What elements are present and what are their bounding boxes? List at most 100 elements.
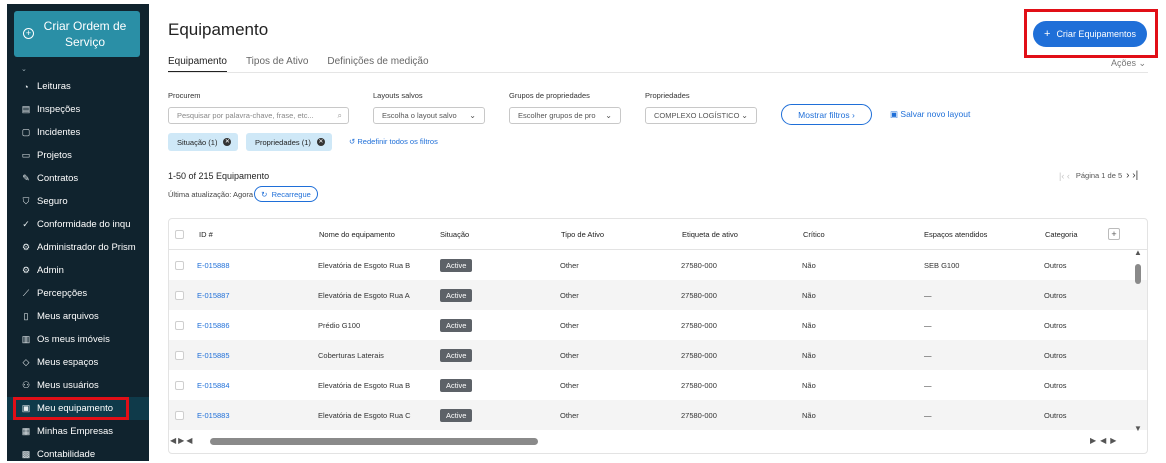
- search-input[interactable]: Pesquisar por palavra-chave, frase, etc.…: [168, 107, 349, 124]
- row-checkbox[interactable]: [175, 250, 184, 280]
- filter-chip-status[interactable]: Situação (1) ✕: [168, 133, 239, 151]
- equipment-id-link[interactable]: E-015887: [197, 280, 230, 310]
- vertical-scrollbar[interactable]: ▲ ▼: [1131, 248, 1145, 434]
- sidebar-item-label: Meus arquivos: [37, 311, 99, 322]
- sidebar-item-label: Percepções: [37, 288, 88, 299]
- layouts-select[interactable]: Escolha o layout salvo ⌄: [373, 107, 485, 124]
- table-row[interactable]: E-015888 Elevatória de Esgoto Rua B Acti…: [169, 250, 1147, 280]
- show-filters-button[interactable]: Mostrar filtros ›: [781, 104, 872, 125]
- actions-menu[interactable]: Ações ⌄: [1111, 58, 1146, 69]
- sidebar-item-conformidade[interactable]: ✓ Conformidade do inqu: [7, 213, 149, 236]
- create-equipment-button[interactable]: + Criar Equipamentos: [1033, 21, 1147, 47]
- search-placeholder: Pesquisar por palavra-chave, frase, etc.…: [177, 111, 314, 120]
- critical: Não: [802, 290, 816, 300]
- reset-icon: ↺: [349, 137, 356, 146]
- sidebar-item-imoveis[interactable]: ▥ Os meus imóveis: [7, 328, 149, 351]
- tab-tipos-de-ativo[interactable]: Tipos de Ativo: [246, 56, 308, 73]
- sidebar-item-projetos[interactable]: ▭ Projetos: [7, 144, 149, 167]
- equipment-id-link[interactable]: E-015885: [197, 340, 230, 370]
- asset-type: Other: [560, 320, 579, 330]
- col-tag[interactable]: Etiqueta de ativo: [682, 219, 738, 249]
- sidebar-item-label: Incidentes: [37, 127, 81, 138]
- asset-type: Other: [560, 290, 579, 300]
- close-icon[interactable]: ✕: [223, 138, 232, 146]
- equipment-id-link[interactable]: E-015884: [197, 370, 230, 400]
- groups-select[interactable]: Escolher grupos de pro ⌄: [509, 107, 621, 124]
- sidebar-item-inspecoes[interactable]: ▤ Inspeções: [7, 98, 149, 121]
- sidebar-item-admin[interactable]: ⚙ Admin: [7, 259, 149, 282]
- reset-filters-link[interactable]: ↺ Redefinir todos os filtros: [349, 137, 438, 146]
- col-status[interactable]: Situação: [440, 219, 469, 249]
- table-row[interactable]: E-015886 Prédio G100 Active Other 27580-…: [169, 310, 1147, 340]
- col-name[interactable]: Nome do equipamento: [319, 219, 395, 249]
- next-page-icon[interactable]: › ›|: [1126, 170, 1138, 181]
- tab-definicoes-medicao[interactable]: Definições de medição: [327, 56, 428, 73]
- equipment-id-link[interactable]: E-015886: [197, 310, 230, 340]
- select-all-checkbox[interactable]: [175, 219, 184, 249]
- row-checkbox[interactable]: [175, 340, 184, 370]
- sidebar-item-empresas[interactable]: ▦ Minhas Empresas: [7, 420, 149, 443]
- company-icon: ▦: [21, 426, 31, 436]
- tab-equipamento[interactable]: Equipamento: [168, 56, 227, 73]
- sidebar-item-seguro[interactable]: ⛉ Seguro: [7, 190, 149, 213]
- horizontal-scrollbar[interactable]: ◀▶◀ ▶◀▶: [170, 436, 1146, 448]
- first-page-icon[interactable]: |‹ ‹: [1059, 171, 1070, 181]
- sidebar-item-admin-prism[interactable]: ⚙ Administrador do Prism: [7, 236, 149, 259]
- equipment-id-link[interactable]: E-015888: [197, 250, 230, 280]
- col-critical[interactable]: Crítico: [803, 219, 825, 249]
- scroll-up-icon[interactable]: ▲: [1134, 248, 1142, 257]
- sidebar-item-label: Seguro: [37, 196, 68, 207]
- sidebar-item-incidentes[interactable]: ▢ Incidentes: [7, 121, 149, 144]
- scroll-thumb[interactable]: [1135, 264, 1141, 284]
- row-checkbox[interactable]: [175, 400, 184, 430]
- sidebar-item-contratos[interactable]: ✎ Contratos: [7, 167, 149, 190]
- table-row[interactable]: E-015884 Elevatória de Esgoto Rua B Acti…: [169, 370, 1147, 400]
- layers-icon: ◇: [22, 357, 30, 367]
- sidebar-item-usuarios[interactable]: ⚇ Meus usuários: [7, 374, 149, 397]
- sidebar-item-espacos[interactable]: ◇ Meus espaços: [7, 351, 149, 374]
- equipment-name: Prédio G100: [318, 320, 361, 330]
- table-row[interactable]: E-015885 Coberturas Laterais Active Othe…: [169, 340, 1147, 370]
- status-badge: Active: [440, 340, 473, 370]
- add-column-button[interactable]: +: [1108, 219, 1120, 249]
- create-work-order-button[interactable]: + Criar Ordem de Serviço: [14, 11, 140, 57]
- scroll-fade: ⌄: [21, 66, 27, 73]
- save-layout-button[interactable]: ▣ Salvar novo layout: [890, 109, 970, 120]
- col-type[interactable]: Tipo de Ativo: [561, 219, 604, 249]
- equipment-name: Elevatória de Esgoto Rua A: [318, 290, 410, 300]
- status-badge: Active: [440, 370, 473, 400]
- chevron-down-icon: ⌄: [741, 111, 748, 120]
- sidebar-item-leituras[interactable]: ◔ Leituras: [7, 75, 149, 98]
- props-label: Propriedades: [645, 91, 690, 100]
- col-category[interactable]: Categoria: [1045, 219, 1078, 249]
- col-spaces[interactable]: Espaços atendidos: [924, 219, 987, 249]
- table-row[interactable]: E-015883 Elevatória de Esgoto Rua C Acti…: [169, 400, 1147, 430]
- reload-button[interactable]: ↻ Recarregue: [254, 186, 318, 202]
- equipment-id-link[interactable]: E-015883: [197, 400, 230, 430]
- scroll-down-icon[interactable]: ▼: [1134, 424, 1142, 433]
- gauge-icon: ◔: [23, 81, 29, 92]
- table-row[interactable]: E-015887 Elevatória de Esgoto Rua A Acti…: [169, 280, 1147, 310]
- props-select[interactable]: COMPLEXO LOGÍSTICO ⌄: [645, 107, 757, 124]
- equipment-table: ID # Nome do equipamento Situação Tipo d…: [168, 218, 1148, 454]
- row-checkbox[interactable]: [175, 370, 184, 400]
- close-icon[interactable]: ✕: [316, 138, 325, 146]
- groups-value: Escolher grupos de pro: [518, 111, 596, 120]
- sidebar-item-arquivos[interactable]: ▯ Meus arquivos: [7, 305, 149, 328]
- status-badge: Active: [440, 280, 473, 310]
- filter-chip-props[interactable]: Propriedades (1) ✕: [246, 133, 332, 151]
- sidebar-item-equipamento[interactable]: ▣ Meu equipamento: [7, 397, 149, 420]
- category: Outros: [1044, 260, 1067, 270]
- sidebar-item-contabilidade[interactable]: ▩ Contabilidade: [7, 443, 149, 461]
- col-id[interactable]: ID #: [199, 219, 213, 249]
- sidebar-item-percepcoes[interactable]: ⟋ Percepções: [7, 282, 149, 305]
- layouts-label: Layouts salvos: [373, 91, 423, 100]
- critical: Não: [802, 320, 816, 330]
- scroll-thumb[interactable]: [210, 438, 538, 445]
- row-checkbox[interactable]: [175, 280, 184, 310]
- page-title: Equipamento: [168, 20, 269, 39]
- scroll-right-icon[interactable]: ▶◀▶: [1090, 436, 1120, 445]
- row-checkbox[interactable]: [175, 310, 184, 340]
- scroll-left-icon[interactable]: ◀▶◀: [170, 436, 194, 445]
- equipment-icon: ▣: [21, 403, 31, 413]
